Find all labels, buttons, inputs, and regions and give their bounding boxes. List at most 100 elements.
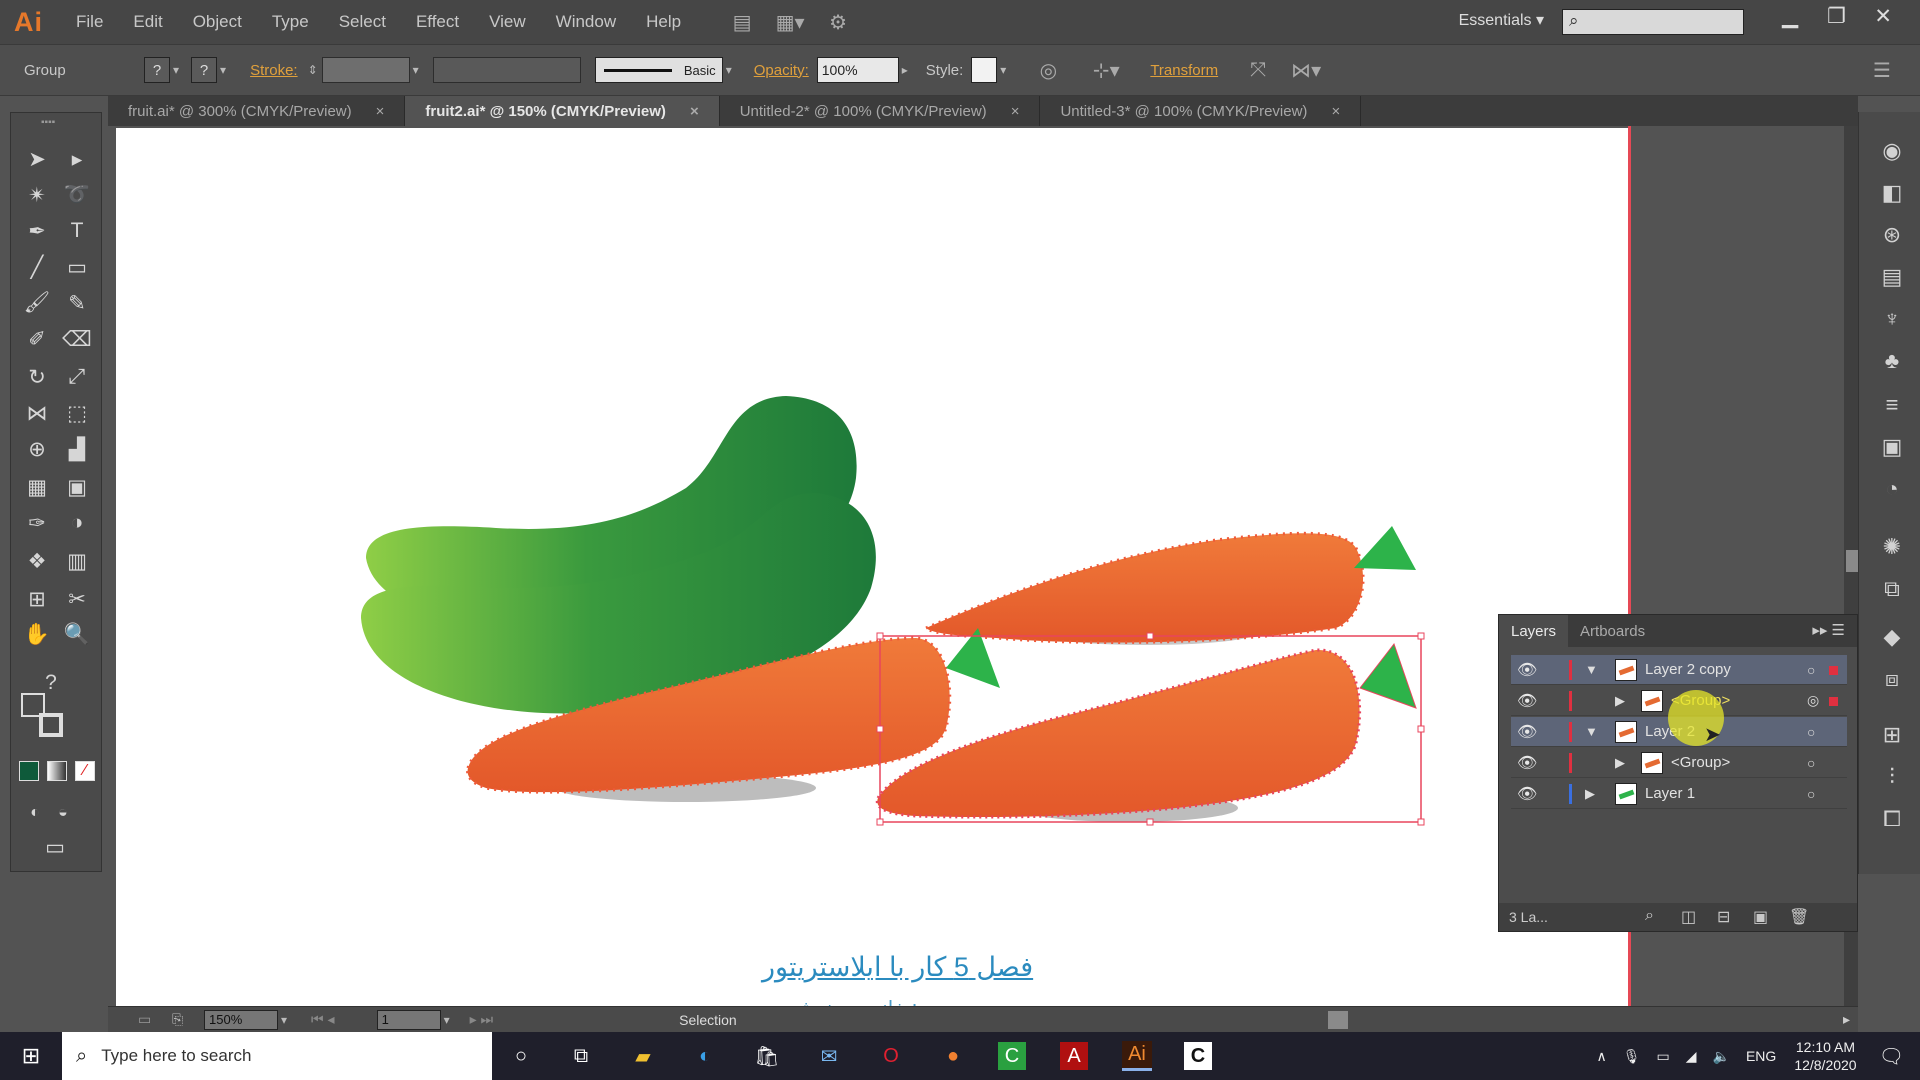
artwork[interactable] — [116, 128, 1630, 1006]
gradient-tool-icon[interactable]: ▣ — [61, 471, 93, 503]
first-artboard-icon[interactable]: ⏮ ◂ — [311, 1011, 335, 1028]
stroke-color-icon[interactable] — [39, 713, 63, 737]
brush-icon[interactable]: ♆ — [1877, 304, 1907, 334]
menu-type[interactable]: Type — [272, 12, 309, 32]
recolor-artwork-icon[interactable]: ◎ — [1032, 57, 1064, 83]
show-hidden-icons-icon[interactable]: ∧ — [1596, 1048, 1606, 1065]
layer-row[interactable]: 👁 ▼ Layer 2 copy ○ — [1511, 655, 1847, 685]
menu-edit[interactable]: Edit — [133, 12, 162, 32]
task-view-icon[interactable]: ⧉ — [564, 1040, 598, 1072]
video-caption-title[interactable]: فصل 5 کار با ایلاستریتور — [762, 952, 1033, 983]
visibility-eye-icon[interactable]: 👁 — [1517, 784, 1537, 804]
volume-icon[interactable]: 🔈 — [1713, 1048, 1730, 1065]
carrot-back[interactable] — [923, 531, 1365, 645]
scroll-right-icon[interactable]: ▸ — [1843, 1011, 1850, 1028]
microphone-icon[interactable]: 🎙 — [1623, 1048, 1641, 1065]
new-layer-icon[interactable]: ▣ — [1753, 907, 1768, 927]
zoom-dropdown-icon[interactable]: ▾ — [281, 1013, 287, 1027]
target-circle-icon[interactable]: ○ — [1807, 724, 1815, 740]
opacity-link[interactable]: Opacity: — [754, 62, 809, 79]
clock[interactable]: 12:10 AM 12/8/2020 — [1794, 1038, 1856, 1074]
carrot-leaves[interactable] — [1354, 526, 1416, 570]
target-circle-icon[interactable]: ◎ — [1807, 692, 1819, 709]
screen-mode-icon[interactable]: ▭ — [39, 831, 71, 863]
eyedropper-tool-icon[interactable]: ✑ — [21, 507, 53, 539]
layer-name[interactable]: Layer 1 — [1645, 785, 1695, 802]
menu-file[interactable]: File — [76, 12, 103, 32]
bounding-box-handle[interactable] — [1146, 818, 1154, 826]
close-button[interactable]: ✕ — [1874, 4, 1892, 29]
artboard[interactable] — [116, 128, 1630, 1006]
menu-help[interactable]: Help — [646, 12, 681, 32]
illustrator-taskbar-icon[interactable]: Ai — [1122, 1041, 1152, 1071]
transform-icon[interactable]: ⊞ — [1877, 720, 1907, 750]
paintbrush-tool-icon[interactable]: 🖌 — [21, 287, 53, 319]
open-document-icon[interactable]: ⎘ — [172, 1011, 183, 1028]
opera-icon[interactable]: O — [874, 1040, 908, 1072]
blob-brush-tool-icon[interactable]: ✐ — [21, 323, 53, 355]
stroke-swatch[interactable]: ? — [191, 57, 218, 83]
opacity-input[interactable]: 100% — [816, 57, 899, 83]
stroke-weight-field[interactable] — [321, 57, 410, 83]
edge-browser-icon[interactable]: ◐ — [688, 1040, 722, 1072]
panel-menu-icon[interactable]: ☰ — [1866, 57, 1898, 83]
toolbox-grip[interactable]: ▪▪▪▪ — [41, 117, 55, 128]
mail-icon[interactable]: ✉ — [812, 1040, 846, 1072]
layer-name[interactable]: Layer 2 copy — [1645, 661, 1731, 678]
width-tool-icon[interactable]: ⋈ — [21, 397, 53, 429]
acrobat-icon[interactable]: A — [1060, 1042, 1088, 1070]
help-search-input[interactable]: ⌕ — [1562, 9, 1744, 35]
minimize-button[interactable]: ▁ — [1782, 4, 1798, 29]
workspace-switcher[interactable]: Essentials ▾ — [1459, 10, 1544, 30]
slice-tool-icon[interactable]: ✂ — [61, 583, 93, 615]
tab-untitled-2[interactable]: Untitled-2* @ 100% (CMYK/Preview) × — [720, 96, 1041, 126]
delete-layer-icon[interactable]: 🗑 — [1789, 907, 1809, 927]
camtasia-recorder-icon[interactable]: C — [1184, 1042, 1212, 1070]
transparency-icon[interactable]: ◔ — [1877, 474, 1907, 504]
blend-tool-icon[interactable]: ◑ — [61, 507, 93, 539]
magic-wand-tool-icon[interactable]: ✴ — [21, 179, 53, 211]
none-mode-icon[interactable]: ⁄ — [75, 761, 95, 781]
zoom-tool-icon[interactable]: 🔍 — [61, 619, 93, 651]
notifications-icon[interactable]: 🗨 — [1879, 1044, 1904, 1069]
carrot-selected[interactable] — [875, 648, 1362, 819]
expand-triangle-icon[interactable]: ▶ — [1585, 786, 1595, 802]
brushes-icon[interactable]: ▤ — [1877, 262, 1907, 292]
expand-triangle-icon[interactable]: ▶ — [1615, 755, 1625, 771]
target-circle-icon[interactable]: ○ — [1807, 786, 1815, 802]
scale-tool-icon[interactable]: ⤢ — [61, 361, 93, 393]
pathfinder-icon[interactable]: ⧠ — [1877, 804, 1907, 834]
layer-name[interactable]: <Group> — [1671, 754, 1730, 771]
vertical-scroll-thumb[interactable] — [1846, 550, 1858, 572]
bounding-box-handle[interactable] — [876, 632, 884, 640]
align-icon[interactable]: ⊹▾ — [1090, 57, 1122, 83]
restore-button[interactable]: ❐ — [1827, 4, 1846, 29]
gradient-mode-icon[interactable] — [47, 761, 67, 781]
align-panel-icon[interactable]: ⫶ — [1877, 762, 1907, 792]
menu-select[interactable]: Select — [339, 12, 386, 32]
tab-fruit2[interactable]: fruit2.ai* @ 150% (CMYK/Preview) × — [405, 96, 720, 126]
windows-start-icon[interactable]: ⊞ — [0, 1032, 62, 1080]
tab-untitled-3[interactable]: Untitled-3* @ 100% (CMYK/Preview) × — [1040, 96, 1362, 126]
expand-triangle-icon[interactable]: ▼ — [1585, 662, 1598, 677]
last-artboard-icon[interactable]: ▸ ⏭ — [470, 1011, 494, 1028]
bounding-box-handle[interactable] — [1146, 632, 1154, 640]
horizontal-scroll-thumb[interactable] — [1328, 1011, 1348, 1029]
brush-dropdown-icon[interactable]: ▾ — [726, 63, 732, 77]
layer-row[interactable]: 👁 ▶ <Group> ○ — [1511, 748, 1847, 778]
type-tool-icon[interactable]: T — [61, 215, 93, 247]
color-guide-icon[interactable]: ◉ — [1877, 136, 1907, 166]
shape-builder-tool-icon[interactable]: ⊕ — [21, 433, 53, 465]
artboards-icon[interactable]: ⧈ — [1877, 664, 1907, 694]
graphic-styles-icon[interactable]: ⧉ — [1877, 574, 1907, 604]
swatches-icon[interactable]: ◧ — [1877, 178, 1907, 208]
fill-swatch[interactable]: ? — [144, 57, 170, 83]
selection-indicator[interactable] — [1829, 697, 1838, 706]
gradient-icon[interactable]: ▣ — [1877, 432, 1907, 462]
new-sublayer-icon[interactable]: ⊟ — [1717, 907, 1730, 927]
artboard-tool-icon[interactable]: ⊞ — [21, 583, 53, 615]
draw-behind-icon[interactable]: ◒ — [47, 797, 79, 829]
firefox-icon[interactable]: ● — [936, 1040, 970, 1072]
expand-triangle-icon[interactable]: ▼ — [1585, 724, 1598, 739]
bounding-box-handle[interactable] — [1417, 818, 1425, 826]
